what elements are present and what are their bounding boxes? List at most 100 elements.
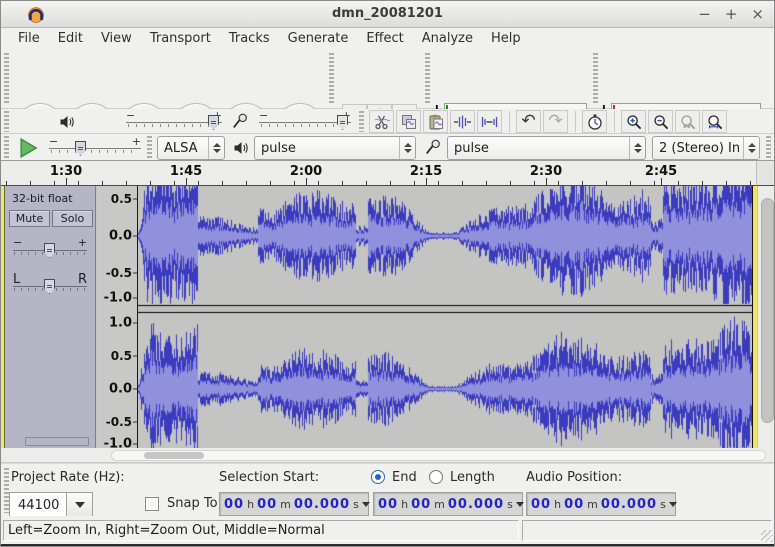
- device-toolbar-grip[interactable]: [147, 136, 152, 159]
- menu-effect[interactable]: Effect: [357, 30, 412, 47]
- device-toolbar-end-grip[interactable]: [766, 136, 771, 159]
- trim-audio-button[interactable]: [450, 110, 475, 133]
- pan-right-label: R: [78, 272, 87, 287]
- hours-unit: h: [398, 498, 411, 511]
- redo-button[interactable]: ↷: [543, 110, 568, 133]
- recording-meter-grip[interactable]: [593, 53, 598, 105]
- playback-meter-grip[interactable]: [425, 53, 430, 105]
- output-volume-slider[interactable]: − +: [126, 112, 222, 132]
- minus-label: −: [259, 109, 268, 122]
- project-rate-dropdown-button[interactable]: [67, 492, 93, 518]
- minutes-value: 00: [411, 497, 431, 512]
- status-message: Left=Zoom In, Right=Zoom Out, Middle=Nor…: [3, 520, 519, 541]
- mute-button[interactable]: Mute: [9, 210, 50, 227]
- input-volume-slider[interactable]: − +: [259, 112, 351, 132]
- timeline-ruler[interactable]: 1:301:452:002:152:302:45: [1, 161, 756, 186]
- close-button[interactable]: ×: [751, 5, 764, 23]
- vertical-scrollbar-thumb[interactable]: [761, 198, 774, 423]
- fit-selection-icon: [680, 114, 696, 130]
- paste-button[interactable]: [423, 110, 448, 133]
- seconds-unit: s: [350, 498, 362, 511]
- track-collapse-handle[interactable]: [25, 437, 89, 446]
- fit-project-button[interactable]: [702, 110, 727, 133]
- gain-slider[interactable]: − +: [13, 238, 87, 260]
- zoom-out-button[interactable]: [648, 110, 673, 133]
- audio-host-select[interactable]: ALSA: [157, 136, 225, 160]
- tools-toolbar-grip[interactable]: [329, 53, 334, 105]
- pan-thumb[interactable]: [44, 279, 55, 294]
- waveform-display[interactable]: [138, 186, 752, 448]
- timeline-tick: [318, 181, 319, 185]
- speaker-icon: [59, 114, 75, 130]
- menu-transport[interactable]: Transport: [141, 30, 220, 47]
- separator: [614, 111, 615, 132]
- playback-speed-slider[interactable]: − +: [49, 138, 141, 158]
- mixer-toolbar-grip[interactable]: [4, 111, 9, 132]
- spin-arrows-icon: [399, 137, 415, 159]
- minutes-unit: m: [277, 498, 294, 511]
- horizontal-scrollbar-track[interactable]: [111, 450, 766, 461]
- menu-file[interactable]: File: [9, 30, 49, 47]
- minutes-value: 00: [564, 497, 584, 512]
- menu-analyze[interactable]: Analyze: [413, 30, 482, 47]
- length-radio[interactable]: [429, 470, 443, 484]
- amplitude-ruler-label: -1.0: [104, 291, 132, 306]
- timeline-tick: [678, 181, 679, 185]
- output-volume-thumb[interactable]: [208, 115, 219, 130]
- minutes-unit: m: [431, 498, 448, 511]
- horizontal-scrollbar[interactable]: [1, 448, 775, 463]
- input-volume-thumb[interactable]: [337, 115, 348, 130]
- cut-button[interactable]: [369, 110, 394, 133]
- project-rate-select[interactable]: 44100: [9, 492, 93, 518]
- menu-edit[interactable]: Edit: [49, 30, 92, 47]
- selection-end-field[interactable]: 00h00m00.000s: [373, 492, 523, 516]
- minus-label: −: [13, 236, 22, 249]
- undo-icon: ↶: [521, 113, 535, 130]
- undo-button[interactable]: ↶: [516, 110, 541, 133]
- vertical-ruler[interactable]: 0.50.0-0.5-1.01.00.50.0-0.5-1.0: [97, 186, 138, 448]
- title-bar[interactable]: dmn_20081201 − + ×: [1, 1, 774, 28]
- copy-button[interactable]: [396, 110, 421, 133]
- resize-grip[interactable]: [761, 530, 773, 542]
- solo-button[interactable]: Solo: [52, 210, 93, 227]
- gain-thumb[interactable]: [44, 243, 55, 258]
- minimize-button[interactable]: −: [698, 5, 711, 23]
- waveform-canvas[interactable]: [138, 186, 752, 448]
- snap-to-checkbox[interactable]: [145, 497, 159, 511]
- spin-arrows-icon: [208, 137, 224, 159]
- vertical-scrollbar[interactable]: [757, 186, 775, 448]
- input-channels-select[interactable]: 2 (Stereo) In: [652, 136, 760, 160]
- timeline-tick: [54, 181, 55, 185]
- edit-toolbar-grip[interactable]: [359, 111, 364, 132]
- menu-view[interactable]: View: [92, 30, 141, 47]
- track-control-panel: 32-bit float Mute Solo − + L R: [5, 186, 96, 448]
- playback-speed-thumb[interactable]: [75, 141, 86, 156]
- separator: [509, 111, 510, 132]
- timeline-tick: [270, 181, 271, 185]
- timeline-tick: [126, 181, 127, 185]
- zoom-in-button[interactable]: [621, 110, 646, 133]
- timer-button[interactable]: [582, 110, 607, 133]
- play-at-speed-icon[interactable]: [17, 137, 39, 159]
- transport-toolbar-grip[interactable]: [4, 53, 9, 105]
- seconds-value: 00.000: [294, 497, 350, 512]
- fit-selection-button[interactable]: [675, 110, 700, 133]
- maximize-button[interactable]: +: [725, 5, 738, 23]
- menu-generate[interactable]: Generate: [279, 30, 358, 47]
- menu-tracks[interactable]: Tracks: [220, 30, 279, 47]
- dropdown-arrow-icon: [362, 502, 370, 507]
- selection-start-field[interactable]: 00h00m00.000s: [219, 492, 369, 516]
- menu-help[interactable]: Help: [482, 30, 530, 47]
- hours-unit: h: [551, 498, 564, 511]
- output-device-select[interactable]: pulse: [254, 136, 416, 160]
- dropdown-arrow-icon: [516, 502, 524, 507]
- pan-slider[interactable]: L R: [13, 274, 87, 296]
- end-radio[interactable]: [371, 470, 385, 484]
- input-device-select[interactable]: pulse: [447, 136, 646, 160]
- silence-audio-button[interactable]: [477, 110, 502, 133]
- horizontal-scrollbar-thumb[interactable]: [144, 452, 204, 459]
- transcription-toolbar-grip[interactable]: [4, 136, 9, 159]
- audio-position-field[interactable]: 00h00m00.000s: [526, 492, 676, 516]
- timeline-label: 2:30: [530, 164, 562, 179]
- selection-start-label: Selection Start:: [219, 470, 319, 485]
